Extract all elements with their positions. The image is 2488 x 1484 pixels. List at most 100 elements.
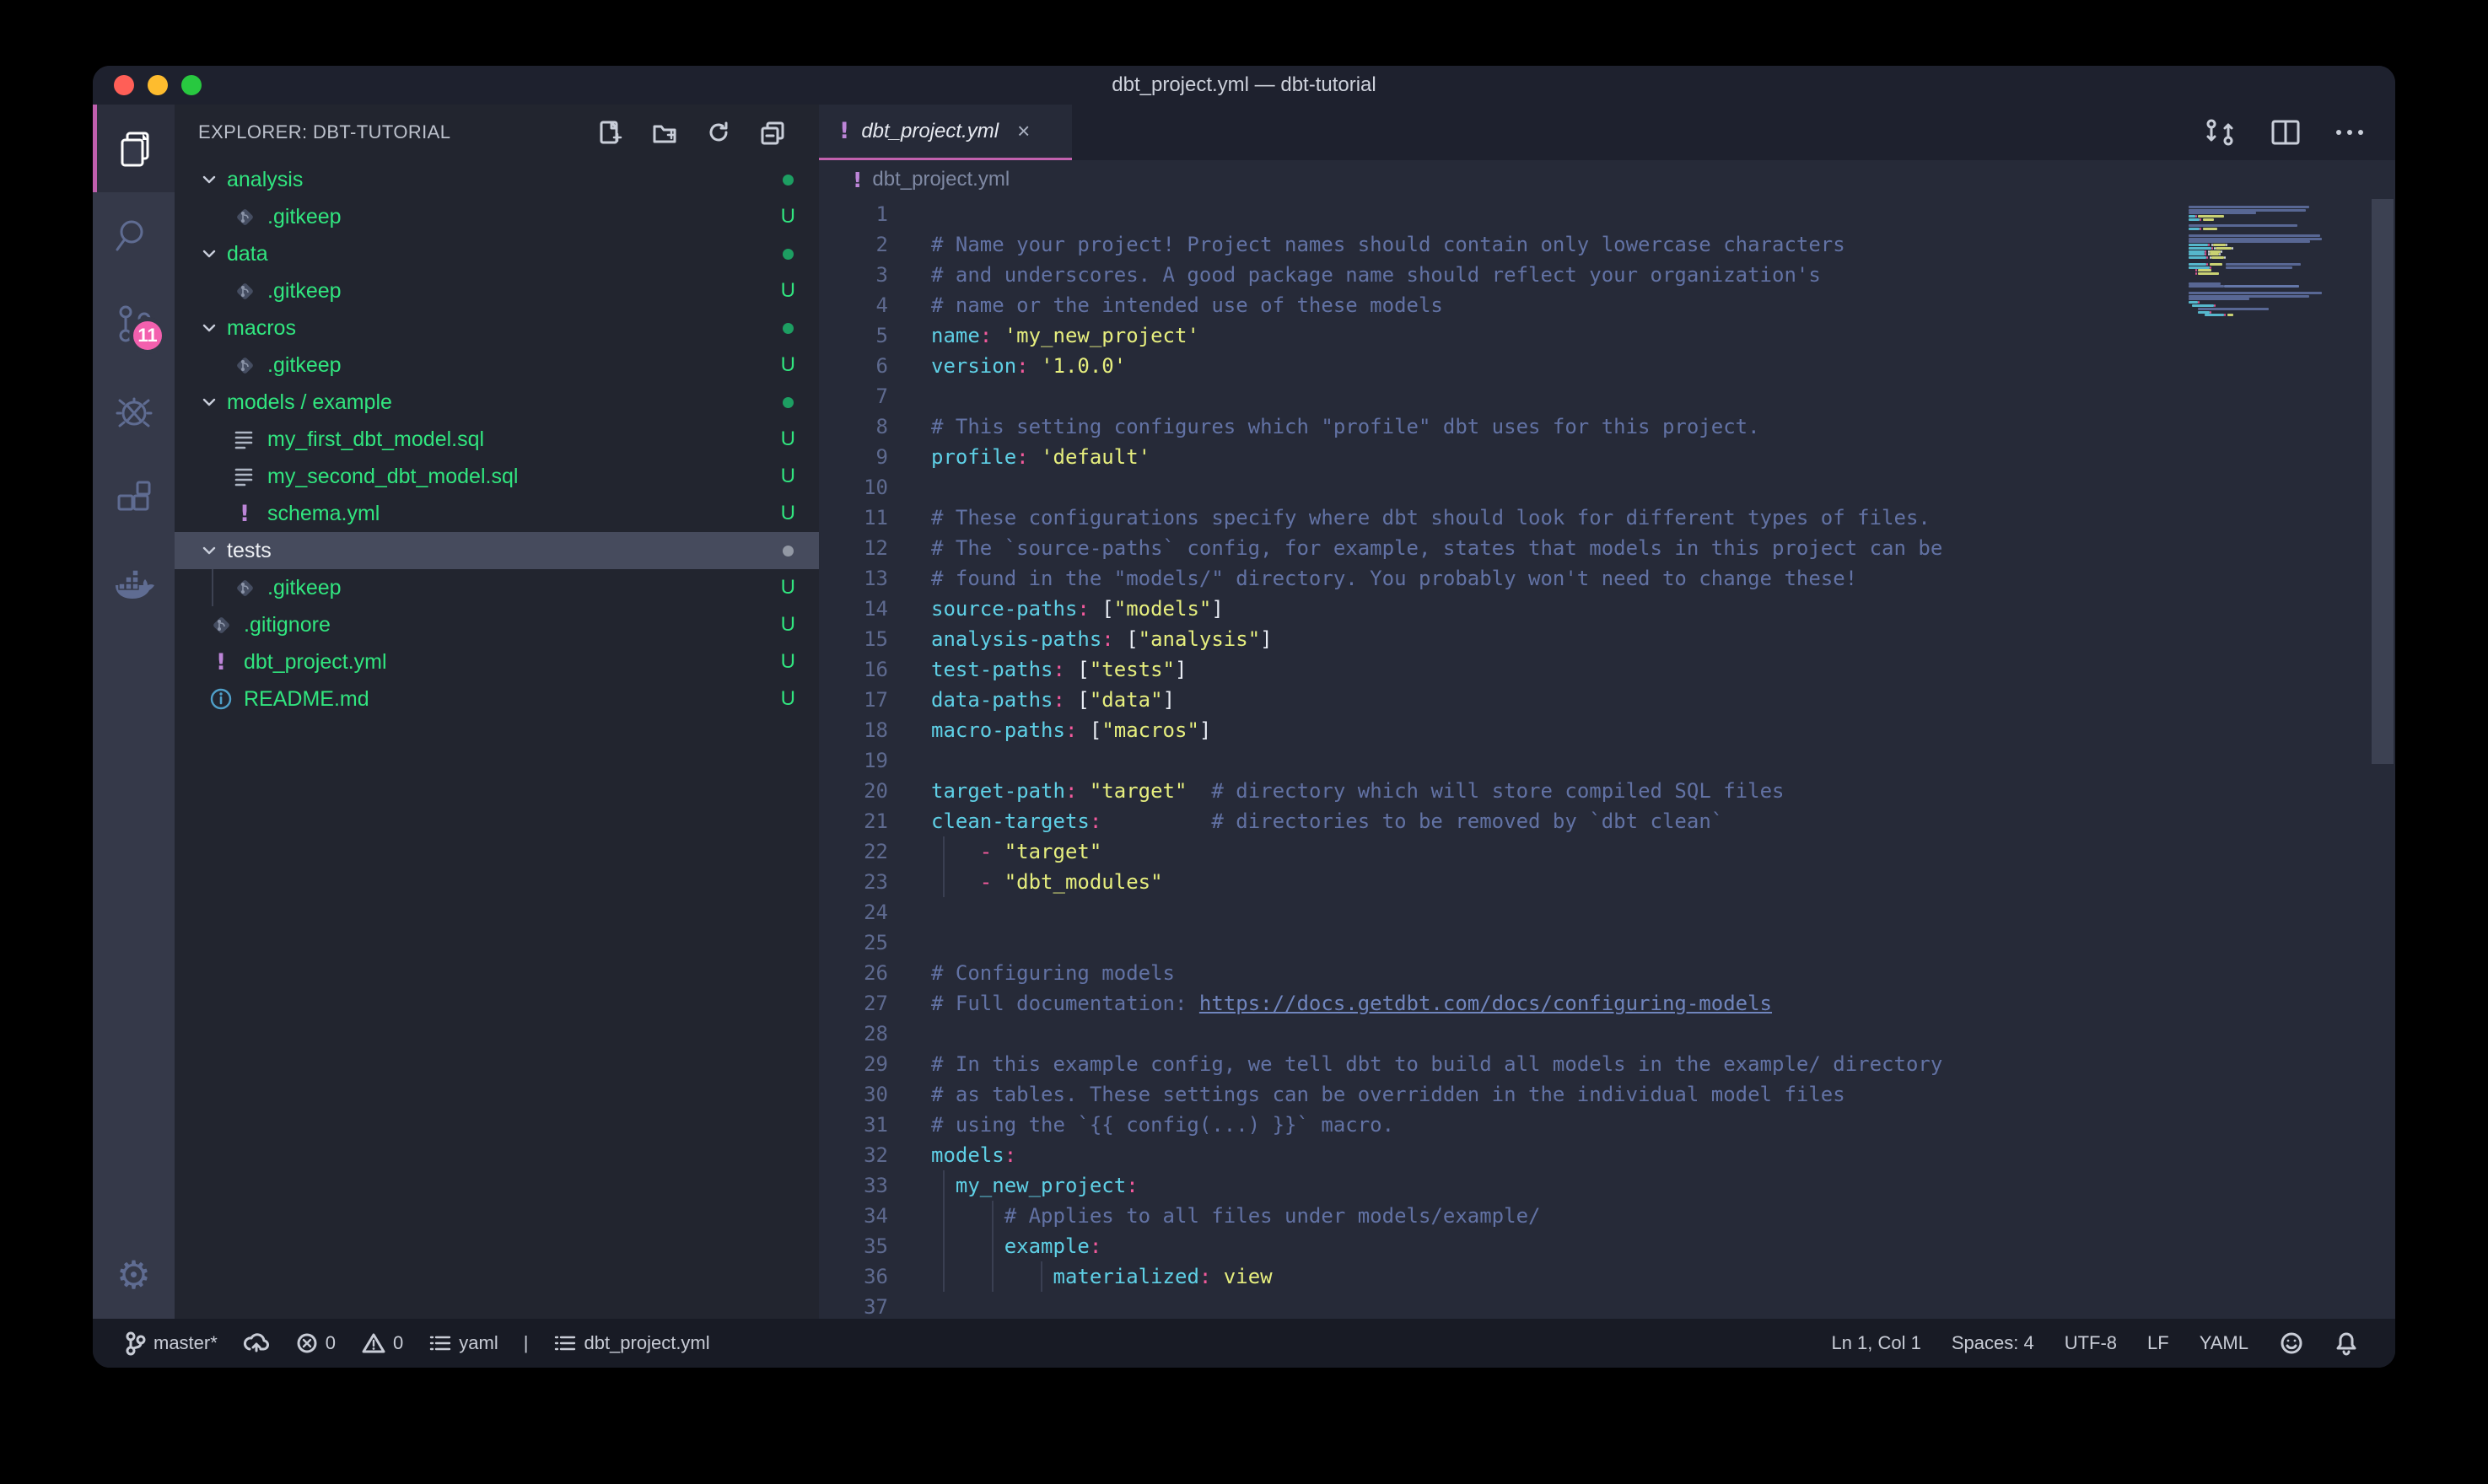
status-sync[interactable]	[243, 1332, 270, 1354]
error-icon	[295, 1331, 319, 1355]
line-number: 24	[819, 897, 888, 928]
status-feedback[interactable]	[2279, 1331, 2304, 1356]
tree-item--gitignore[interactable]: .gitignoreU	[175, 606, 819, 643]
tree-item-schema-yml[interactable]: !schema.ymlU	[175, 495, 819, 532]
minimap-line	[2189, 238, 2337, 240]
status-linter-yaml[interactable]: yaml	[428, 1332, 498, 1354]
git-untracked-badge: U	[781, 465, 795, 488]
yaml-warning-icon: !	[232, 501, 257, 527]
tree-item-models-example[interactable]: models / example	[175, 384, 819, 421]
activity-item-extensions[interactable]	[93, 455, 175, 543]
warning-icon	[361, 1331, 386, 1355]
file-label: dbt_project.yml	[244, 650, 387, 675]
folder-label: macros	[227, 316, 296, 341]
status-encoding[interactable]: UTF-8	[2065, 1332, 2117, 1354]
minimap-line	[2189, 269, 2337, 272]
folder-label: analysis	[227, 168, 303, 192]
minimap-line	[2189, 272, 2337, 275]
tree-item-readme-md[interactable]: README.mdU	[175, 680, 819, 718]
line-number: 26	[819, 958, 888, 988]
git-file-icon	[232, 575, 257, 600]
minimap-line	[2189, 317, 2337, 320]
file-label: .gitkeep	[267, 353, 342, 378]
editor-scrollbar[interactable]	[2372, 199, 2394, 764]
code-line-12: # The `source-paths` config, for example…	[931, 533, 1942, 563]
file-label: my_second_dbt_model.sql	[267, 465, 518, 489]
status-separator-label: |	[524, 1332, 529, 1354]
minimap-line	[2189, 253, 2337, 255]
activity-item-source-control[interactable]: 11	[93, 280, 175, 368]
tree-item-my-first-dbt-model-sql[interactable]: my_first_dbt_model.sqlU	[175, 421, 819, 458]
minimap-line	[2189, 279, 2337, 282]
code-line-4: # name or the intended use of these mode…	[931, 290, 1942, 320]
tab-close-icon[interactable]: ×	[1017, 118, 1030, 144]
code-line-10	[931, 472, 1942, 503]
code-line-14: source-paths: ["models"]	[931, 594, 1942, 624]
tree-item-tests[interactable]: tests	[175, 532, 819, 569]
tree-item-macros[interactable]: macros	[175, 309, 819, 347]
tree-item-dbt-project-yml[interactable]: !dbt_project.ymlU	[175, 643, 819, 680]
status-eol[interactable]: LF	[2147, 1332, 2169, 1354]
status-linter-file[interactable]: dbt_project.yml	[553, 1332, 709, 1354]
minimap-line	[2189, 247, 2337, 250]
git-untracked-badge: U	[781, 613, 795, 637]
activity-item-settings[interactable]: ⚙	[93, 1231, 175, 1319]
status-language-mode[interactable]: YAML	[2200, 1332, 2248, 1354]
activity-item-docker[interactable]	[93, 543, 175, 631]
code-line-36: materialized: view	[931, 1261, 1942, 1292]
refresh-button[interactable]	[706, 120, 731, 145]
minimap-line	[2189, 231, 2337, 234]
activity-item-debug[interactable]	[93, 368, 175, 455]
split-editor-button[interactable]	[2270, 119, 2301, 146]
code-line-20: target-path: "target" # directory which …	[931, 776, 1942, 806]
more-actions-button[interactable]	[2335, 128, 2365, 137]
status-linter-yaml-label: yaml	[459, 1332, 498, 1354]
tree-item-analysis[interactable]: analysis	[175, 161, 819, 198]
new-folder-button[interactable]	[652, 120, 677, 145]
line-number: 30	[819, 1079, 888, 1110]
tree-item-my-second-dbt-model-sql[interactable]: my_second_dbt_model.sql U	[175, 458, 819, 495]
yaml-warning-icon: !	[208, 649, 234, 675]
status-cursor-position[interactable]: Ln 1, Col 1	[1831, 1332, 1920, 1354]
line-number-gutter: 1234567891011121314151617181920212223242…	[819, 199, 888, 1322]
git-status-dot	[783, 546, 794, 556]
activity-item-search[interactable]	[93, 192, 175, 280]
info-icon	[208, 686, 234, 712]
tree-item--gitkeep[interactable]: .gitkeepU	[175, 272, 819, 309]
status-git-branch[interactable]: master*	[125, 1331, 218, 1356]
activity-item-explorer[interactable]	[93, 105, 175, 192]
titlebar: dbt_project.yml — dbt-tutorial	[93, 66, 2395, 105]
code-line-15: analysis-paths: ["analysis"]	[931, 624, 1942, 654]
files-icon	[116, 128, 156, 169]
minimap-line	[2189, 218, 2337, 221]
line-number: 34	[819, 1201, 888, 1231]
line-number: 22	[819, 836, 888, 867]
chevron-down-icon	[200, 170, 218, 189]
tree-item--gitkeep[interactable]: .gitkeep U	[175, 347, 819, 384]
status-indentation[interactable]: Spaces: 4	[1952, 1332, 2034, 1354]
minimap-line	[2189, 209, 2337, 212]
new-file-button[interactable]	[598, 120, 623, 145]
code-editor[interactable]: 1234567891011121314151617181920212223242…	[819, 199, 2395, 1319]
git-file-icon	[208, 612, 234, 637]
breadcrumb[interactable]: ! dbt_project.yml	[819, 160, 2395, 199]
tree-item--gitkeep[interactable]: .gitkeepU	[175, 569, 819, 606]
tree-item-data[interactable]: data	[175, 235, 819, 272]
status-errors[interactable]: 0	[295, 1331, 336, 1355]
code-line-24	[931, 897, 1942, 928]
code-line-13: # found in the "models/" directory. You …	[931, 563, 1942, 594]
git-untracked-badge: U	[781, 427, 795, 451]
status-eol-label: LF	[2147, 1332, 2169, 1354]
tab-dbt-project-yml[interactable]: ! dbt_project.yml ×	[819, 105, 1072, 160]
collapse-all-button[interactable]	[760, 120, 785, 145]
code-line-29: # In this example config, we tell dbt to…	[931, 1049, 1942, 1079]
open-changes-button[interactable]	[2203, 117, 2237, 148]
status-notifications[interactable]	[2335, 1331, 2358, 1356]
tree-item--gitkeep[interactable]: .gitkeepU	[175, 198, 819, 235]
yaml-warning-icon: !	[853, 168, 862, 192]
indent-guide	[943, 1170, 945, 1292]
line-number: 25	[819, 928, 888, 958]
status-warnings[interactable]: 0	[361, 1331, 403, 1355]
git-untracked-badge: U	[781, 353, 795, 377]
line-number: 3	[819, 260, 888, 290]
